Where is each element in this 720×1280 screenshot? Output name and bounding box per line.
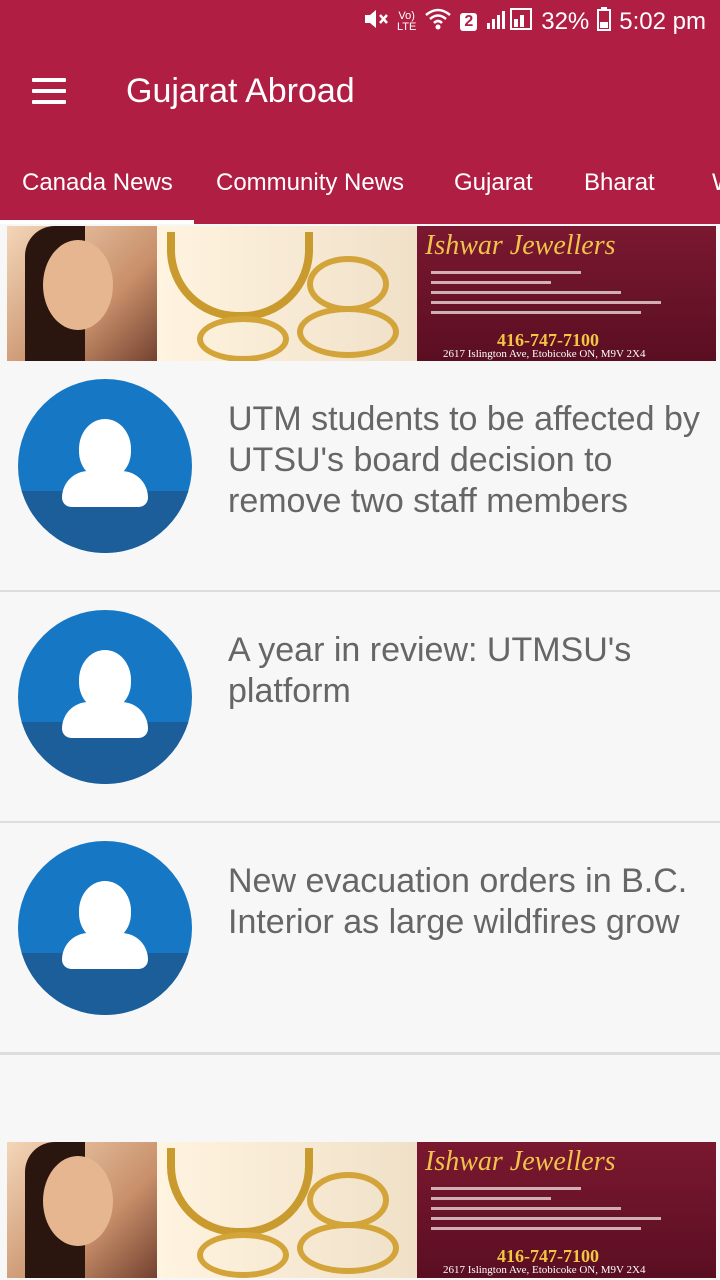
user-avatar-icon: [18, 841, 192, 1015]
banner-text-lines: [431, 1180, 701, 1237]
mute-icon: [363, 7, 389, 38]
tab-canada-news[interactable]: Canada News: [22, 142, 173, 224]
news-item[interactable]: UTM students to be affected by UTSU's bo…: [0, 361, 720, 593]
status-bar: Vo) LTE 2 32% 5:02 pm: [0, 0, 720, 44]
news-title: A year in review: UTMSU's platform: [228, 631, 632, 710]
banner-text-area: Ishwar Jewellers 416-747-7100 2617 Islin…: [417, 1142, 716, 1278]
user-avatar-icon: [18, 610, 192, 784]
status-icons: Vo) LTE 2 32% 5:02 pm: [363, 6, 706, 38]
banner-model-image: [7, 226, 167, 362]
news-title: New evacuation orders in B.C. Interior a…: [228, 862, 688, 941]
active-tab-indicator: [0, 220, 194, 224]
sim-slot-badge: 2: [460, 13, 478, 31]
volte-icon: Vo) LTE: [396, 10, 417, 33]
user-avatar-icon: [18, 379, 192, 553]
banner-brand: Ishwar Jewellers: [425, 1146, 616, 1177]
tab-community-news[interactable]: Community News: [216, 142, 404, 224]
wifi-icon: [424, 7, 452, 38]
banner-model-image: [7, 1142, 167, 1278]
news-item[interactable]: A year in review: UTMSU's platform: [0, 592, 720, 824]
tab-gujarat[interactable]: Gujarat: [454, 142, 533, 224]
news-title: UTM students to be affected by UTSU's bo…: [228, 400, 700, 520]
hamburger-menu-icon[interactable]: [32, 78, 66, 104]
news-item[interactable]: New evacuation orders in B.C. Interior a…: [0, 823, 720, 1055]
tab-bharat[interactable]: Bharat: [584, 142, 655, 224]
ad-banner-top[interactable]: Ishwar Jewellers 416-747-7100 2617 Islin…: [7, 226, 716, 362]
banner-jewelry-image: [157, 1142, 417, 1278]
banner-text-lines: [431, 264, 701, 321]
clock: 5:02 pm: [619, 8, 706, 35]
tab-partial[interactable]: W: [712, 142, 720, 224]
app-title: Gujarat Abroad: [126, 72, 355, 110]
banner-text-area: Ishwar Jewellers 416-747-7100 2617 Islin…: [417, 226, 716, 362]
banner-address: 2617 Islington Ave, Etobicoke ON, M9V 2X…: [443, 1264, 646, 1276]
banner-brand: Ishwar Jewellers: [425, 230, 616, 261]
app-bar: Gujarat Abroad: [0, 44, 720, 142]
battery-percent: 32%: [541, 8, 590, 35]
banner-address: 2617 Islington Ave, Etobicoke ON, M9V 2X…: [443, 348, 646, 360]
battery-icon: [597, 6, 612, 38]
ad-banner-bottom[interactable]: Ishwar Jewellers 416-747-7100 2617 Islin…: [7, 1142, 716, 1278]
signal-icon: [485, 7, 533, 38]
banner-jewelry-image: [157, 226, 417, 362]
category-tabs: Canada News Community News Gujarat Bhara…: [0, 142, 720, 224]
